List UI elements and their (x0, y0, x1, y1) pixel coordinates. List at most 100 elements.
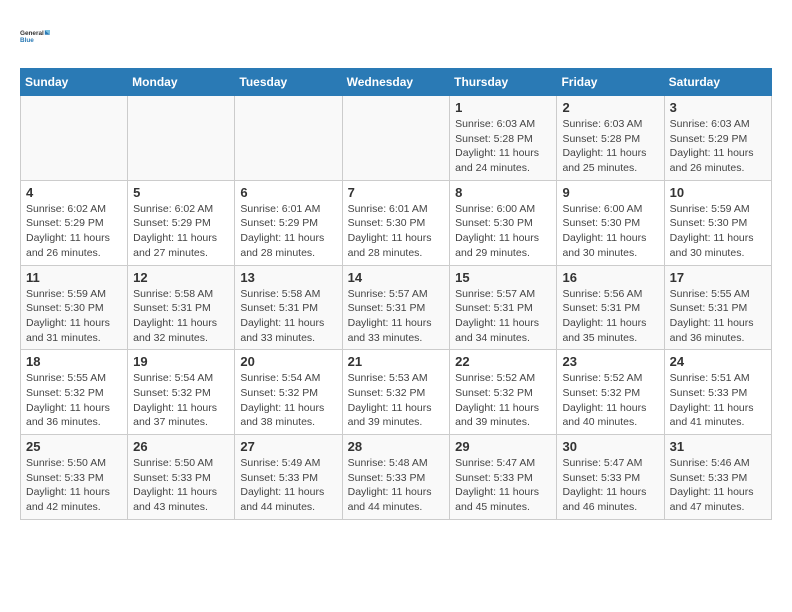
day-detail: Sunrise: 5:52 AMSunset: 5:32 PMDaylight:… (455, 371, 551, 430)
day-detail: Sunrise: 5:50 AMSunset: 5:33 PMDaylight:… (133, 456, 229, 515)
day-number: 28 (348, 439, 445, 454)
day-number: 27 (240, 439, 336, 454)
weekday-header-wednesday: Wednesday (342, 69, 450, 96)
calendar-cell: 1 Sunrise: 6:03 AMSunset: 5:28 PMDaylight… (450, 96, 557, 181)
calendar-cell (21, 96, 128, 181)
day-number: 12 (133, 270, 229, 285)
day-detail: Sunrise: 5:54 AMSunset: 5:32 PMDaylight:… (240, 371, 336, 430)
day-detail: Sunrise: 6:02 AMSunset: 5:29 PMDaylight:… (26, 202, 122, 261)
day-detail: Sunrise: 6:03 AMSunset: 5:28 PMDaylight:… (562, 117, 658, 176)
calendar-cell: 9 Sunrise: 6:00 AMSunset: 5:30 PMDaylight… (557, 180, 664, 265)
calendar-week-5: 25 Sunrise: 5:50 AMSunset: 5:33 PMDayligh… (21, 435, 772, 520)
calendar-cell (342, 96, 450, 181)
calendar-cell: 10 Sunrise: 5:59 AMSunset: 5:30 PMDayligh… (664, 180, 771, 265)
calendar-cell: 19Sunrise: 5:54 AMSunset: 5:32 PMDayligh… (128, 350, 235, 435)
calendar-cell: 25 Sunrise: 5:50 AMSunset: 5:33 PMDayligh… (21, 435, 128, 520)
day-number: 10 (670, 185, 766, 200)
day-number: 4 (26, 185, 122, 200)
calendar-cell: 2 Sunrise: 6:03 AMSunset: 5:28 PMDaylight… (557, 96, 664, 181)
day-number: 24 (670, 354, 766, 369)
day-number: 23 (562, 354, 658, 369)
calendar-header: SundayMondayTuesdayWednesdayThursdayFrid… (21, 69, 772, 96)
calendar-cell (128, 96, 235, 181)
calendar-cell (235, 96, 342, 181)
day-number: 9 (562, 185, 658, 200)
page-header: GeneralBlue (20, 20, 772, 52)
calendar-cell: 22Sunrise: 5:52 AMSunset: 5:32 PMDayligh… (450, 350, 557, 435)
calendar-cell: 16 Sunrise: 5:56 AMSunset: 5:31 PMDayligh… (557, 265, 664, 350)
day-detail: Sunrise: 6:03 AMSunset: 5:28 PMDaylight:… (455, 117, 551, 176)
day-number: 1 (455, 100, 551, 115)
calendar-body: 1 Sunrise: 6:03 AMSunset: 5:28 PMDaylight… (21, 96, 772, 520)
day-detail: Sunrise: 5:49 AMSunset: 5:33 PMDaylight:… (240, 456, 336, 515)
day-detail: Sunrise: 6:00 AMSunset: 5:30 PMDaylight:… (562, 202, 658, 261)
day-detail: Sunrise: 5:57 AMSunset: 5:31 PMDaylight:… (455, 287, 551, 346)
weekday-header-friday: Friday (557, 69, 664, 96)
day-number: 13 (240, 270, 336, 285)
svg-text:Blue: Blue (20, 37, 34, 44)
weekday-header-thursday: Thursday (450, 69, 557, 96)
day-detail: Sunrise: 5:55 AMSunset: 5:31 PMDaylight:… (670, 287, 766, 346)
calendar-cell: 27 Sunrise: 5:49 AMSunset: 5:33 PMDayligh… (235, 435, 342, 520)
day-number: 14 (348, 270, 445, 285)
day-number: 6 (240, 185, 336, 200)
day-number: 25 (26, 439, 122, 454)
day-number: 21 (348, 354, 445, 369)
day-detail: Sunrise: 5:47 AMSunset: 5:33 PMDaylight:… (562, 456, 658, 515)
logo: GeneralBlue (20, 20, 52, 52)
calendar-cell: 20Sunrise: 5:54 AMSunset: 5:32 PMDayligh… (235, 350, 342, 435)
calendar-week-4: 18Sunrise: 5:55 AMSunset: 5:32 PMDayligh… (21, 350, 772, 435)
day-detail: Sunrise: 5:48 AMSunset: 5:33 PMDaylight:… (348, 456, 445, 515)
calendar-cell: 30Sunrise: 5:47 AMSunset: 5:33 PMDayligh… (557, 435, 664, 520)
weekday-header-tuesday: Tuesday (235, 69, 342, 96)
calendar-cell: 29Sunrise: 5:47 AMSunset: 5:33 PMDayligh… (450, 435, 557, 520)
day-number: 17 (670, 270, 766, 285)
calendar-cell: 5 Sunrise: 6:02 AMSunset: 5:29 PMDaylight… (128, 180, 235, 265)
calendar-week-2: 4 Sunrise: 6:02 AMSunset: 5:29 PMDaylight… (21, 180, 772, 265)
day-detail: Sunrise: 5:46 AMSunset: 5:33 PMDaylight:… (670, 456, 766, 515)
day-detail: Sunrise: 6:00 AMSunset: 5:30 PMDaylight:… (455, 202, 551, 261)
day-detail: Sunrise: 5:58 AMSunset: 5:31 PMDaylight:… (133, 287, 229, 346)
day-detail: Sunrise: 6:03 AMSunset: 5:29 PMDaylight:… (670, 117, 766, 176)
calendar-week-3: 11Sunrise: 5:59 AMSunset: 5:30 PMDayligh… (21, 265, 772, 350)
day-number: 15 (455, 270, 551, 285)
calendar-cell: 24Sunrise: 5:51 AMSunset: 5:33 PMDayligh… (664, 350, 771, 435)
day-number: 16 (562, 270, 658, 285)
calendar-cell: 17 Sunrise: 5:55 AMSunset: 5:31 PMDayligh… (664, 265, 771, 350)
calendar-cell: 28 Sunrise: 5:48 AMSunset: 5:33 PMDayligh… (342, 435, 450, 520)
day-number: 8 (455, 185, 551, 200)
day-number: 29 (455, 439, 551, 454)
calendar-cell: 11Sunrise: 5:59 AMSunset: 5:30 PMDayligh… (21, 265, 128, 350)
day-detail: Sunrise: 5:59 AMSunset: 5:30 PMDaylight:… (670, 202, 766, 261)
day-number: 7 (348, 185, 445, 200)
day-detail: Sunrise: 5:52 AMSunset: 5:32 PMDaylight:… (562, 371, 658, 430)
calendar-cell: 26Sunrise: 5:50 AMSunset: 5:33 PMDayligh… (128, 435, 235, 520)
day-detail: Sunrise: 5:58 AMSunset: 5:31 PMDaylight:… (240, 287, 336, 346)
calendar-cell: 21 Sunrise: 5:53 AMSunset: 5:32 PMDayligh… (342, 350, 450, 435)
calendar-cell: 14 Sunrise: 5:57 AMSunset: 5:31 PMDayligh… (342, 265, 450, 350)
day-number: 31 (670, 439, 766, 454)
calendar-cell: 23 Sunrise: 5:52 AMSunset: 5:32 PMDayligh… (557, 350, 664, 435)
day-detail: Sunrise: 5:53 AMSunset: 5:32 PMDaylight:… (348, 371, 445, 430)
calendar-cell: 8 Sunrise: 6:00 AMSunset: 5:30 PMDaylight… (450, 180, 557, 265)
svg-text:General: General (20, 30, 44, 37)
day-detail: Sunrise: 5:56 AMSunset: 5:31 PMDaylight:… (562, 287, 658, 346)
calendar-cell: 4 Sunrise: 6:02 AMSunset: 5:29 PMDaylight… (21, 180, 128, 265)
day-detail: Sunrise: 5:57 AMSunset: 5:31 PMDaylight:… (348, 287, 445, 346)
calendar-table: SundayMondayTuesdayWednesdayThursdayFrid… (20, 68, 772, 520)
calendar-cell: 15 Sunrise: 5:57 AMSunset: 5:31 PMDayligh… (450, 265, 557, 350)
day-detail: Sunrise: 6:01 AMSunset: 5:29 PMDaylight:… (240, 202, 336, 261)
day-detail: Sunrise: 6:02 AMSunset: 5:29 PMDaylight:… (133, 202, 229, 261)
day-detail: Sunrise: 6:01 AMSunset: 5:30 PMDaylight:… (348, 202, 445, 261)
weekday-header-monday: Monday (128, 69, 235, 96)
day-detail: Sunrise: 5:50 AMSunset: 5:33 PMDaylight:… (26, 456, 122, 515)
weekday-header-sunday: Sunday (21, 69, 128, 96)
calendar-week-1: 1 Sunrise: 6:03 AMSunset: 5:28 PMDaylight… (21, 96, 772, 181)
day-number: 2 (562, 100, 658, 115)
day-number: 18 (26, 354, 122, 369)
calendar-cell: 3Sunrise: 6:03 AMSunset: 5:29 PMDaylight… (664, 96, 771, 181)
weekday-header-saturday: Saturday (664, 69, 771, 96)
calendar-cell: 7 Sunrise: 6:01 AMSunset: 5:30 PMDaylight… (342, 180, 450, 265)
day-number: 5 (133, 185, 229, 200)
logo-icon: GeneralBlue (20, 20, 52, 52)
